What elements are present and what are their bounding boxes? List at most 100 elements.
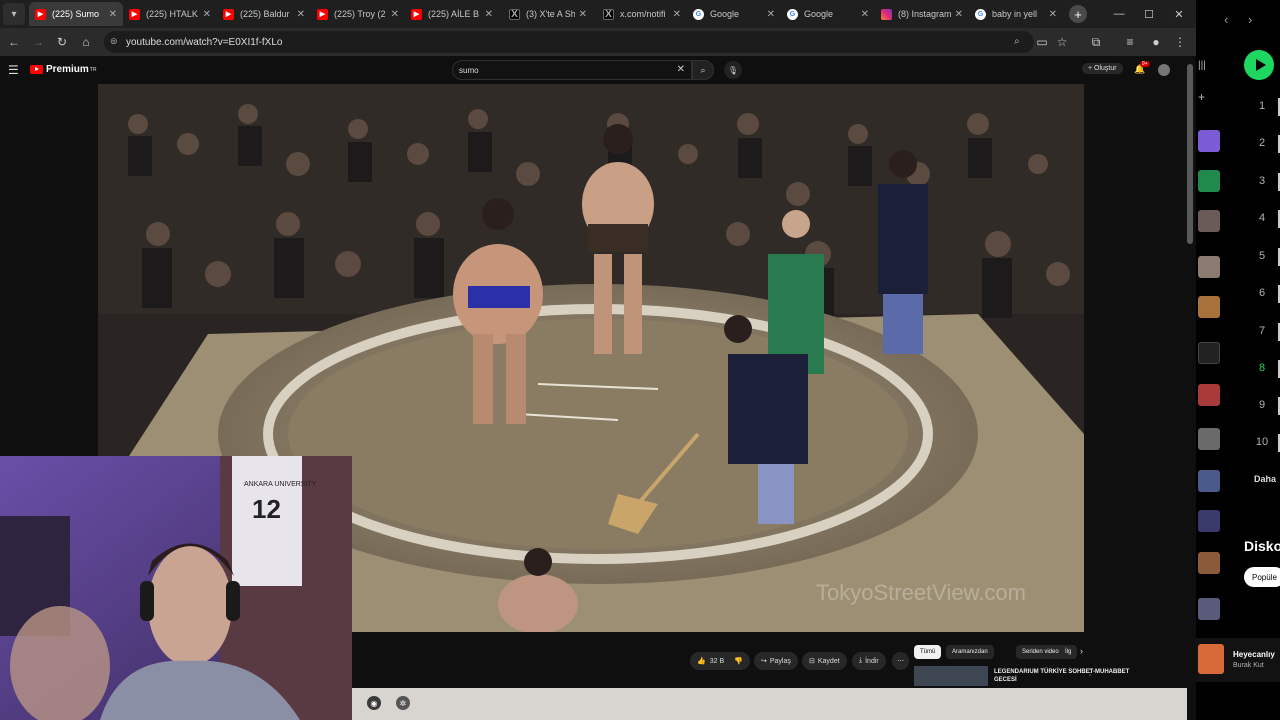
rec-title[interactable]: LEGENDARIUM TÜRKİYE SOHBET-MUHABBET GECE…: [994, 668, 1134, 684]
app-icon[interactable]: ◉: [367, 696, 381, 710]
spotify-more-label[interactable]: Daha: [1254, 474, 1276, 484]
spotify-track-number[interactable]: 7: [1252, 325, 1272, 337]
forward-icon[interactable]: →: [26, 30, 50, 54]
spotify-track-number[interactable]: 5: [1252, 250, 1272, 262]
close-tab-icon[interactable]: ✕: [673, 9, 681, 20]
spotify-track-number[interactable]: 3: [1252, 175, 1272, 187]
spotify-track-number[interactable]: 1: [1252, 100, 1272, 112]
browser-tab[interactable]: (8) Instagram ✕: [875, 2, 969, 26]
close-tab-icon[interactable]: ✕: [579, 9, 587, 20]
hamburger-menu-icon[interactable]: ☰: [8, 63, 19, 77]
browser-tab[interactable]: ▶ (225) Troy (2 ✕: [311, 2, 405, 26]
playlist-cover[interactable]: [1198, 428, 1220, 450]
close-tab-icon[interactable]: ✕: [391, 9, 399, 20]
chip-from-search[interactable]: Aramanızdan: [946, 645, 994, 659]
close-window-icon[interactable]: ✕: [1164, 0, 1194, 28]
address-bar[interactable]: ⊜ youtube.com/watch?v=E0XI1f-fXLo ⌕: [104, 31, 1034, 53]
now-playing-cover[interactable]: [1198, 644, 1224, 674]
account-avatar[interactable]: [1158, 64, 1170, 76]
spotify-forward-icon[interactable]: ›: [1248, 12, 1252, 27]
spotify-back-icon[interactable]: ‹: [1224, 12, 1228, 27]
bookmark-star-icon[interactable]: ☆: [1050, 30, 1074, 54]
extensions-icon[interactable]: ⧉: [1084, 30, 1108, 54]
zoom-icon[interactable]: ⌕: [1014, 36, 1020, 47]
now-playing-artist[interactable]: Burak Kut: [1233, 662, 1264, 669]
close-tab-icon[interactable]: ✕: [297, 9, 305, 20]
search-button[interactable]: ⌕: [692, 60, 714, 80]
browser-tab[interactable]: X (3) X'te A Sh ✕: [499, 2, 593, 26]
close-tab-icon[interactable]: ✕: [861, 9, 869, 20]
browser-tab[interactable]: ▶ (225) HTALK ✕: [123, 2, 217, 26]
playlist-cover[interactable]: [1198, 384, 1220, 406]
site-info-icon[interactable]: ⊜: [110, 36, 118, 47]
spotify-track-number[interactable]: 9: [1252, 399, 1272, 411]
search-input[interactable]: sumo ✕: [452, 60, 692, 80]
reload-icon[interactable]: ↻: [50, 30, 74, 54]
spotify-add-icon[interactable]: +: [1198, 90, 1205, 104]
tabs-container: ▶ (225) Sumo ✕ ▶ (225) HTALK ✕ ▶ (225) Baldur ✕ ▶…: [29, 0, 1063, 28]
spotify-track-number[interactable]: 8: [1252, 362, 1272, 374]
scrollbar-thumb[interactable]: [1187, 64, 1193, 244]
music-note-icon[interactable]: [1198, 342, 1220, 364]
profile-icon[interactable]: ●: [1144, 30, 1168, 54]
browser-tab[interactable]: G Google ✕: [781, 2, 875, 26]
like-button[interactable]: 👍 32 B 👎: [690, 652, 750, 670]
playlist-cover[interactable]: [1198, 296, 1220, 318]
spotify-popular-chip[interactable]: Popüle: [1244, 567, 1280, 587]
playlist-cover[interactable]: [1198, 470, 1220, 492]
reading-list-icon[interactable]: ≡: [1118, 30, 1142, 54]
chip-all[interactable]: Tümü: [914, 645, 942, 659]
liked-songs-cover[interactable]: [1198, 130, 1220, 152]
maximize-icon[interactable]: ☐: [1134, 0, 1164, 28]
browser-tab[interactable]: ▶ (225) Sumo ✕: [29, 2, 123, 26]
spotify-play-button[interactable]: [1244, 50, 1274, 80]
playlist-cover[interactable]: [1198, 510, 1220, 532]
spotify-track-number[interactable]: 6: [1252, 287, 1272, 299]
now-playing-title[interactable]: Heyecanlıy: [1233, 650, 1275, 659]
chatgpt-icon[interactable]: ✲: [396, 696, 410, 710]
share-button[interactable]: ↪ Paylaş: [754, 652, 798, 670]
rec-menu-icon[interactable]: ⋮: [1086, 668, 1094, 677]
create-button[interactable]: + Oluştur: [1082, 63, 1123, 74]
thumbs-down-icon[interactable]: 👎: [734, 657, 743, 665]
close-tab-icon[interactable]: ✕: [955, 9, 963, 20]
playlist-cover[interactable]: [1198, 598, 1220, 620]
spotify-track-number[interactable]: 10: [1252, 436, 1272, 448]
spotify-track-number[interactable]: 4: [1252, 212, 1272, 224]
youtube-logo[interactable]: Premium TR: [30, 64, 96, 75]
download-button[interactable]: ⤓ İndir: [852, 652, 886, 670]
spotify-library-icon[interactable]: |||: [1198, 60, 1214, 74]
browser-tab[interactable]: ▶ (225) AİLE B ✕: [405, 2, 499, 26]
spotify-track-number[interactable]: 2: [1252, 137, 1272, 149]
browser-tab[interactable]: ▶ (225) Baldur ✕: [217, 2, 311, 26]
voice-search-icon[interactable]: 🎙: [724, 61, 742, 79]
close-tab-icon[interactable]: ✕: [767, 9, 775, 20]
new-tab-button[interactable]: +: [1069, 5, 1087, 23]
save-button[interactable]: ⊟ Kaydet: [802, 652, 847, 670]
close-tab-icon[interactable]: ✕: [203, 9, 211, 20]
rec-thumbnail[interactable]: [914, 666, 988, 686]
x-icon: X: [509, 8, 520, 20]
back-icon[interactable]: ←: [2, 30, 26, 54]
browser-tab[interactable]: Gbaby in yell ✕: [969, 2, 1063, 26]
menu-icon[interactable]: ⋮: [1168, 30, 1192, 54]
chips-next-icon[interactable]: ›: [1080, 646, 1083, 656]
close-tab-icon[interactable]: ✕: [1049, 9, 1057, 20]
playlist-cover[interactable]: [1198, 210, 1220, 232]
tab-search-icon[interactable]: ▾: [3, 3, 25, 25]
more-actions-icon[interactable]: ⋯: [892, 652, 909, 670]
playlist-cover[interactable]: [1198, 552, 1220, 574]
home-icon[interactable]: ⌂: [74, 30, 98, 54]
minimize-icon[interactable]: —: [1104, 0, 1134, 28]
clear-search-icon[interactable]: ✕: [677, 64, 685, 75]
browser-tab[interactable]: G Google ✕: [687, 2, 781, 26]
close-tab-icon[interactable]: ✕: [109, 9, 117, 20]
page-scrollbar[interactable]: [1187, 56, 1196, 688]
close-tab-icon[interactable]: ✕: [485, 9, 493, 20]
chip-related[interactable]: İlg: [1059, 645, 1078, 659]
browser-tab[interactable]: Xx.com/notifi ✕: [593, 2, 687, 26]
youtube-icon: ▶: [223, 8, 234, 20]
playlist-cover[interactable]: [1198, 170, 1220, 192]
playlist-cover[interactable]: [1198, 256, 1220, 278]
recommended-video[interactable]: LEGENDARIUM TÜRKİYE SOHBET-MUHABBET GECE…: [914, 664, 1154, 688]
